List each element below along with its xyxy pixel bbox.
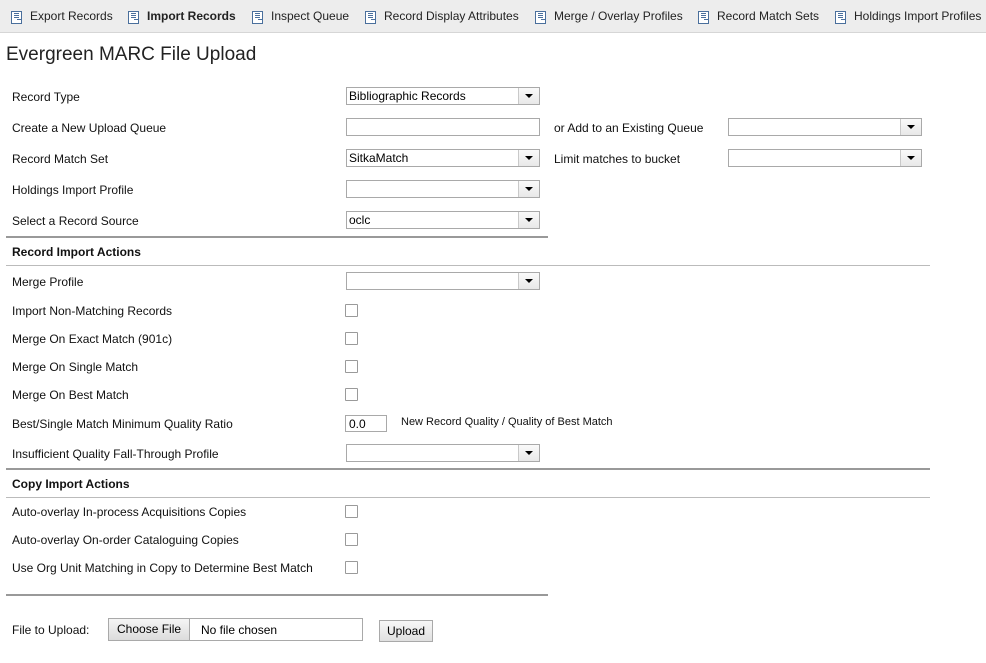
org-unit-label: Use Org Unit Matching in Copy to Determi… <box>12 561 313 575</box>
tab-inspect-queue[interactable]: Inspect Queue <box>252 6 349 26</box>
tab-merge-overlay-profiles[interactable]: Merge / Overlay Profiles <box>535 6 683 26</box>
auto-onorder-label: Auto-overlay On-order Cataloguing Copies <box>12 533 239 547</box>
chevron-down-icon <box>518 150 539 166</box>
document-icon <box>535 10 548 24</box>
auto-onorder-checkbox[interactable] <box>345 533 358 546</box>
merge-exact-checkbox[interactable] <box>345 332 358 345</box>
quality-ratio-label: Best/Single Match Minimum Quality Ratio <box>12 417 233 431</box>
copy-import-heading: Copy Import Actions <box>12 477 130 491</box>
tab-import-records[interactable]: Import Records <box>128 6 236 26</box>
merge-exact-label: Merge On Exact Match (901c) <box>12 332 173 346</box>
auto-acq-label: Auto-overlay In-process Acquisitions Cop… <box>12 505 247 519</box>
org-unit-checkbox[interactable] <box>345 561 358 574</box>
page-title: Evergreen MARC File Upload <box>6 44 257 65</box>
chevron-down-icon <box>900 150 921 166</box>
fallthrough-label: Insufficient Quality Fall-Through Profil… <box>12 447 219 461</box>
new-queue-label: Create a New Upload Queue <box>12 121 167 135</box>
section-divider <box>6 265 930 266</box>
tab-label: Record Display Attributes <box>384 9 519 23</box>
chevron-down-icon <box>518 88 539 104</box>
upload-button[interactable]: Upload <box>379 620 434 642</box>
select-value: oclc <box>349 213 371 227</box>
select-value: SitkaMatch <box>349 151 409 165</box>
bucket-label: Limit matches to bucket <box>554 152 681 166</box>
chevron-down-icon <box>518 212 539 228</box>
tab-label: Inspect Queue <box>271 9 350 23</box>
fallthrough-select[interactable] <box>346 444 540 462</box>
record-type-label: Record Type <box>12 90 80 104</box>
chevron-down-icon <box>900 119 921 135</box>
section-divider <box>6 594 548 596</box>
quality-ratio-hint: New Record Quality / Quality of Best Mat… <box>401 416 613 428</box>
merge-profile-label: Merge Profile <box>12 275 84 289</box>
file-upload-label: File to Upload: <box>12 623 90 637</box>
holdings-profile-label: Holdings Import Profile <box>12 183 134 197</box>
section-divider <box>6 236 548 238</box>
section-divider <box>6 468 930 470</box>
document-icon <box>128 10 141 24</box>
record-type-select[interactable]: Bibliographic Records <box>346 87 540 105</box>
record-import-heading: Record Import Actions <box>12 245 141 259</box>
quality-ratio-input[interactable] <box>345 415 387 432</box>
new-queue-input[interactable] <box>346 118 540 136</box>
tab-holdings-import-profiles[interactable]: Holdings Import Profiles <box>835 6 981 26</box>
existing-queue-select[interactable] <box>728 118 922 136</box>
merge-best-checkbox[interactable] <box>345 388 358 401</box>
record-source-label: Select a Record Source <box>12 214 139 228</box>
section-divider <box>6 497 930 498</box>
document-icon <box>365 10 378 24</box>
import-non-matching-checkbox[interactable] <box>345 304 358 317</box>
tab-export-records[interactable]: Export Records <box>11 6 113 26</box>
select-value: Bibliographic Records <box>349 89 466 103</box>
document-icon <box>698 10 711 24</box>
record-source-select[interactable]: oclc <box>346 211 540 229</box>
merge-single-checkbox[interactable] <box>345 360 358 373</box>
tab-record-match-sets[interactable]: Record Match Sets <box>698 6 819 26</box>
tab-label: Record Match Sets <box>717 9 820 23</box>
match-set-select[interactable]: SitkaMatch <box>346 149 540 167</box>
import-non-matching-label: Import Non-Matching Records <box>12 304 173 318</box>
choose-file-button[interactable]: Choose File <box>109 619 191 640</box>
file-status: No file chosen <box>201 623 278 637</box>
tab-label: Holdings Import Profiles <box>854 9 982 23</box>
document-icon <box>835 10 848 24</box>
bucket-select[interactable] <box>728 149 922 167</box>
chevron-down-icon <box>518 273 539 289</box>
chevron-down-icon <box>518 181 539 197</box>
tab-label: Export Records <box>30 9 113 23</box>
holdings-profile-select[interactable] <box>346 180 540 198</box>
tab-label: Import Records <box>147 9 236 23</box>
chevron-down-icon <box>518 445 539 461</box>
match-set-label: Record Match Set <box>12 152 109 166</box>
tab-label: Merge / Overlay Profiles <box>554 9 683 23</box>
tab-record-display-attributes[interactable]: Record Display Attributes <box>365 6 519 26</box>
top-toolbar: Export Records Import Records Inspect Qu… <box>0 0 986 33</box>
document-icon <box>252 10 265 24</box>
auto-acq-checkbox[interactable] <box>345 505 358 518</box>
merge-single-label: Merge On Single Match <box>12 360 139 374</box>
merge-best-label: Merge On Best Match <box>12 388 129 402</box>
existing-queue-label: or Add to an Existing Queue <box>554 121 704 135</box>
document-icon <box>11 10 24 24</box>
file-input[interactable]: Choose File No file chosen <box>108 618 363 641</box>
merge-profile-select[interactable] <box>346 272 540 290</box>
